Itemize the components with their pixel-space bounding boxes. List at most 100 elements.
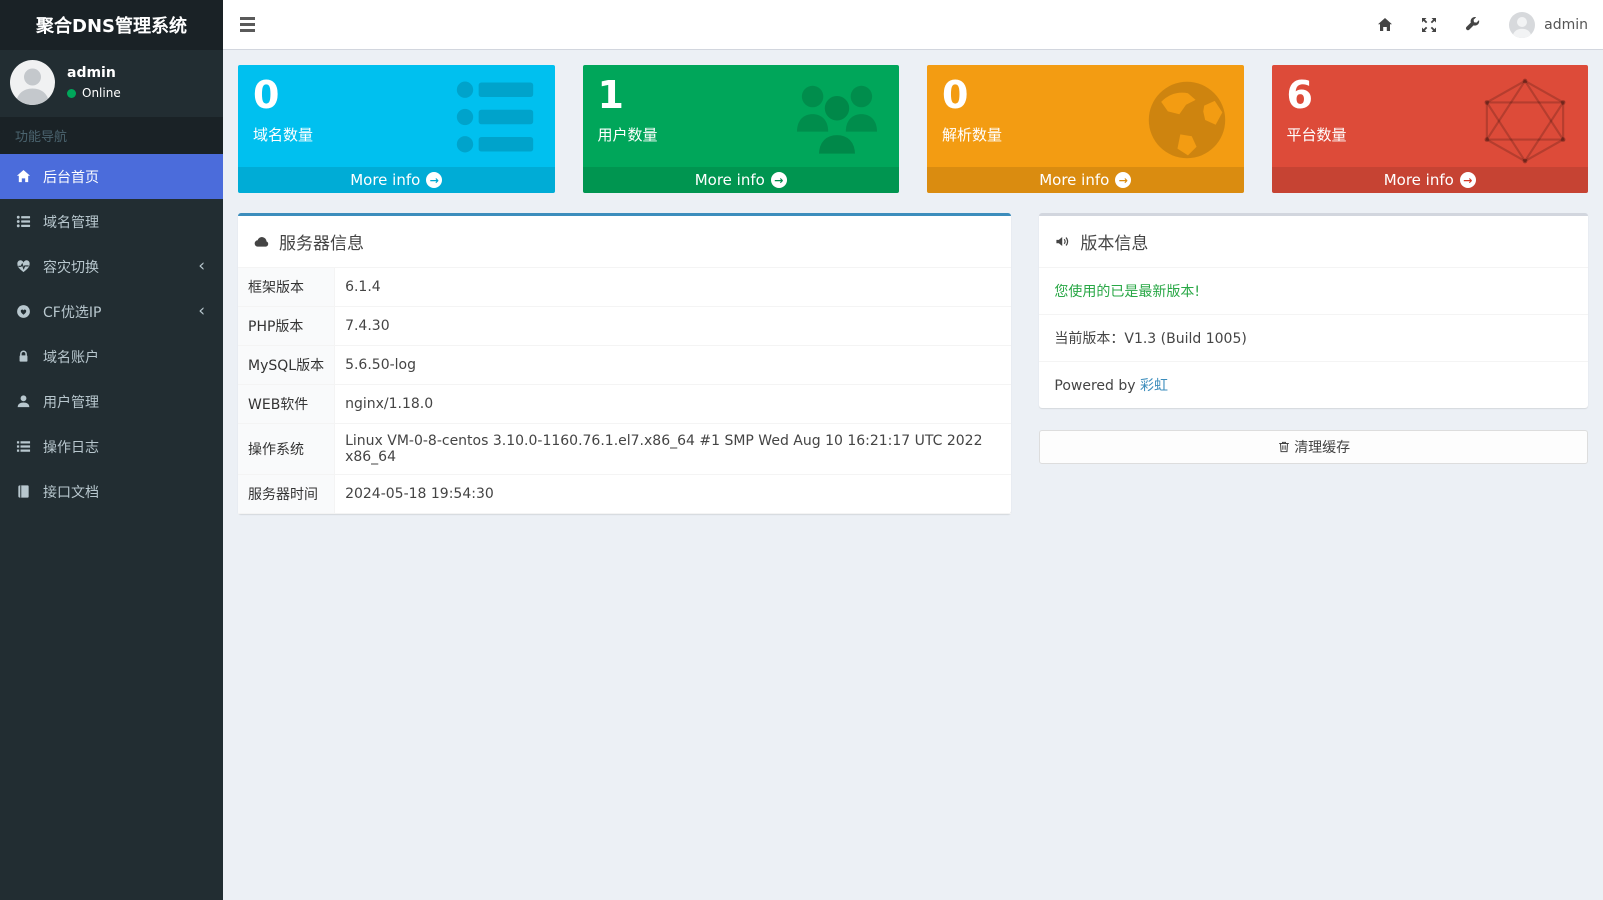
fullscreen-button[interactable]	[1421, 17, 1437, 33]
sidebar-item-accounts[interactable]: 域名账户	[0, 334, 223, 379]
more-info-label: More info	[1384, 171, 1454, 189]
log-list-icon	[15, 439, 32, 454]
user-name: admin	[67, 65, 121, 81]
settings-wrench-button[interactable]	[1465, 17, 1481, 33]
sidebar-user-panel: admin Online	[0, 50, 223, 117]
stat-label: 用户数量	[598, 124, 885, 145]
arrow-circle-icon: →	[1460, 172, 1476, 188]
page-content: 0 域名数量 More info → 1	[223, 50, 1603, 529]
user-icon	[15, 394, 32, 409]
powered-by: Powered by 彩虹	[1039, 362, 1588, 408]
book-icon	[15, 484, 32, 499]
stat-card-record-count: 0 解析数量 More info →	[927, 65, 1244, 193]
lock-icon	[15, 349, 32, 364]
powered-by-link[interactable]: 彩虹	[1140, 378, 1168, 394]
stats-row: 0 域名数量 More info → 1	[238, 65, 1588, 193]
sidebar-toggle-button[interactable]	[236, 11, 259, 38]
version-list: 您使用的已是最新版本! 当前版本：V1.3 (Build 1005) Power…	[1039, 267, 1588, 408]
sidebar-item-label: 接口文档	[43, 482, 99, 502]
user-avatar	[10, 60, 55, 105]
person-icon	[1509, 12, 1535, 38]
server-info-table: 框架版本 6.1.4 PHP版本 7.4.30 MySQL版本 5.6.50-l…	[238, 267, 1011, 514]
sidebar-item-logs[interactable]: 操作日志	[0, 424, 223, 469]
sidebar-menu: 后台首页 域名管理 容灾切换 ‹	[0, 154, 223, 514]
panel-title: 版本信息	[1080, 229, 1148, 254]
arrow-circle-icon: →	[1115, 172, 1131, 188]
stat-value: 0	[942, 74, 1229, 118]
more-info-label: More info	[350, 171, 420, 189]
chevron-left-icon: ‹	[198, 303, 208, 320]
app-title: 聚合DNS管理系统	[36, 12, 187, 38]
more-info-link[interactable]: More info →	[238, 167, 555, 193]
navbar-avatar	[1509, 12, 1535, 38]
stat-label: 解析数量	[942, 124, 1229, 145]
sidebar: 聚合DNS管理系统 admin Online 功能导航 后台首页	[0, 0, 223, 900]
sidebar-item-label: 后台首页	[43, 167, 99, 187]
table-row: WEB软件 nginx/1.18.0	[238, 385, 1011, 424]
more-info-link[interactable]: More info →	[927, 167, 1244, 193]
sidebar-item-dashboard[interactable]: 后台首页	[0, 154, 223, 199]
table-row: PHP版本 7.4.30	[238, 307, 1011, 346]
trash-icon	[1277, 440, 1291, 454]
stat-label: 域名数量	[253, 124, 540, 145]
stat-value: 6	[1287, 74, 1574, 118]
navbar-user-menu[interactable]: admin	[1509, 12, 1588, 38]
navbar-username: admin	[1544, 17, 1588, 33]
version-info-panel: 版本信息 您使用的已是最新版本! 当前版本：V1.3 (Build 1005) …	[1039, 213, 1588, 408]
stat-value: 1	[598, 74, 885, 118]
volume-icon	[1054, 234, 1071, 249]
sidebar-item-label: 用户管理	[43, 392, 99, 412]
sidebar-item-failover[interactable]: 容灾切换 ‹	[0, 244, 223, 289]
arrow-circle-icon: →	[771, 172, 787, 188]
sidebar-item-label: 操作日志	[43, 437, 99, 457]
stat-card-user-count: 1 用户数量 Mor	[583, 65, 900, 193]
server-info-header: 服务器信息	[238, 216, 1011, 267]
table-row: 框架版本 6.1.4	[238, 268, 1011, 307]
cf-circle-icon	[15, 304, 32, 319]
more-info-link[interactable]: More info →	[1272, 167, 1589, 193]
panel-title: 服务器信息	[279, 229, 364, 254]
row-value: 7.4.30	[335, 307, 1012, 346]
sidebar-section-label: 功能导航	[0, 117, 223, 154]
person-icon	[10, 60, 55, 105]
clear-cache-label: 清理缓存	[1294, 437, 1350, 457]
row-value: Linux VM-0-8-centos 3.10.0-1160.76.1.el7…	[335, 424, 1012, 475]
app-logo[interactable]: 聚合DNS管理系统	[0, 0, 223, 50]
top-navbar: admin	[223, 0, 1603, 50]
stat-card-domain-count: 0 域名数量 More info →	[238, 65, 555, 193]
sidebar-item-label: 域名管理	[43, 212, 99, 232]
row-label: WEB软件	[238, 385, 335, 424]
powered-by-prefix: Powered by	[1054, 378, 1140, 394]
sidebar-item-cf-ip[interactable]: CF优选IP ‹	[0, 289, 223, 334]
heartbeat-icon	[15, 259, 32, 274]
row-value: 2024-05-18 19:54:30	[335, 475, 1012, 514]
home-icon	[15, 169, 32, 184]
more-info-label: More info	[1039, 171, 1109, 189]
current-version: 当前版本：V1.3 (Build 1005)	[1039, 315, 1588, 362]
server-info-panel: 服务器信息 框架版本 6.1.4 PHP版本 7.4.30 MySQL版	[238, 213, 1011, 514]
row-label: PHP版本	[238, 307, 335, 346]
sidebar-item-label: CF优选IP	[43, 302, 101, 322]
online-dot-icon	[67, 89, 76, 98]
stat-label: 平台数量	[1287, 124, 1574, 145]
arrow-circle-icon: →	[426, 172, 442, 188]
cloud-icon	[253, 234, 270, 249]
sidebar-item-users[interactable]: 用户管理	[0, 379, 223, 424]
table-row: MySQL版本 5.6.50-log	[238, 346, 1011, 385]
row-value: nginx/1.18.0	[335, 385, 1012, 424]
row-label: 操作系统	[238, 424, 335, 475]
table-row: 服务器时间 2024-05-18 19:54:30	[238, 475, 1011, 514]
user-status-label: Online	[82, 86, 121, 100]
row-value: 6.1.4	[335, 268, 1012, 307]
row-value: 5.6.50-log	[335, 346, 1012, 385]
home-button[interactable]	[1377, 17, 1393, 33]
sidebar-item-domains[interactable]: 域名管理	[0, 199, 223, 244]
sidebar-item-label: 容灾切换	[43, 257, 99, 277]
latest-version-message: 您使用的已是最新版本!	[1039, 268, 1588, 315]
clear-cache-button[interactable]: 清理缓存	[1039, 430, 1588, 464]
more-info-link[interactable]: More info →	[583, 167, 900, 193]
sidebar-item-api-docs[interactable]: 接口文档	[0, 469, 223, 514]
stat-value: 0	[253, 74, 540, 118]
row-label: MySQL版本	[238, 346, 335, 385]
user-status[interactable]: Online	[67, 86, 121, 100]
